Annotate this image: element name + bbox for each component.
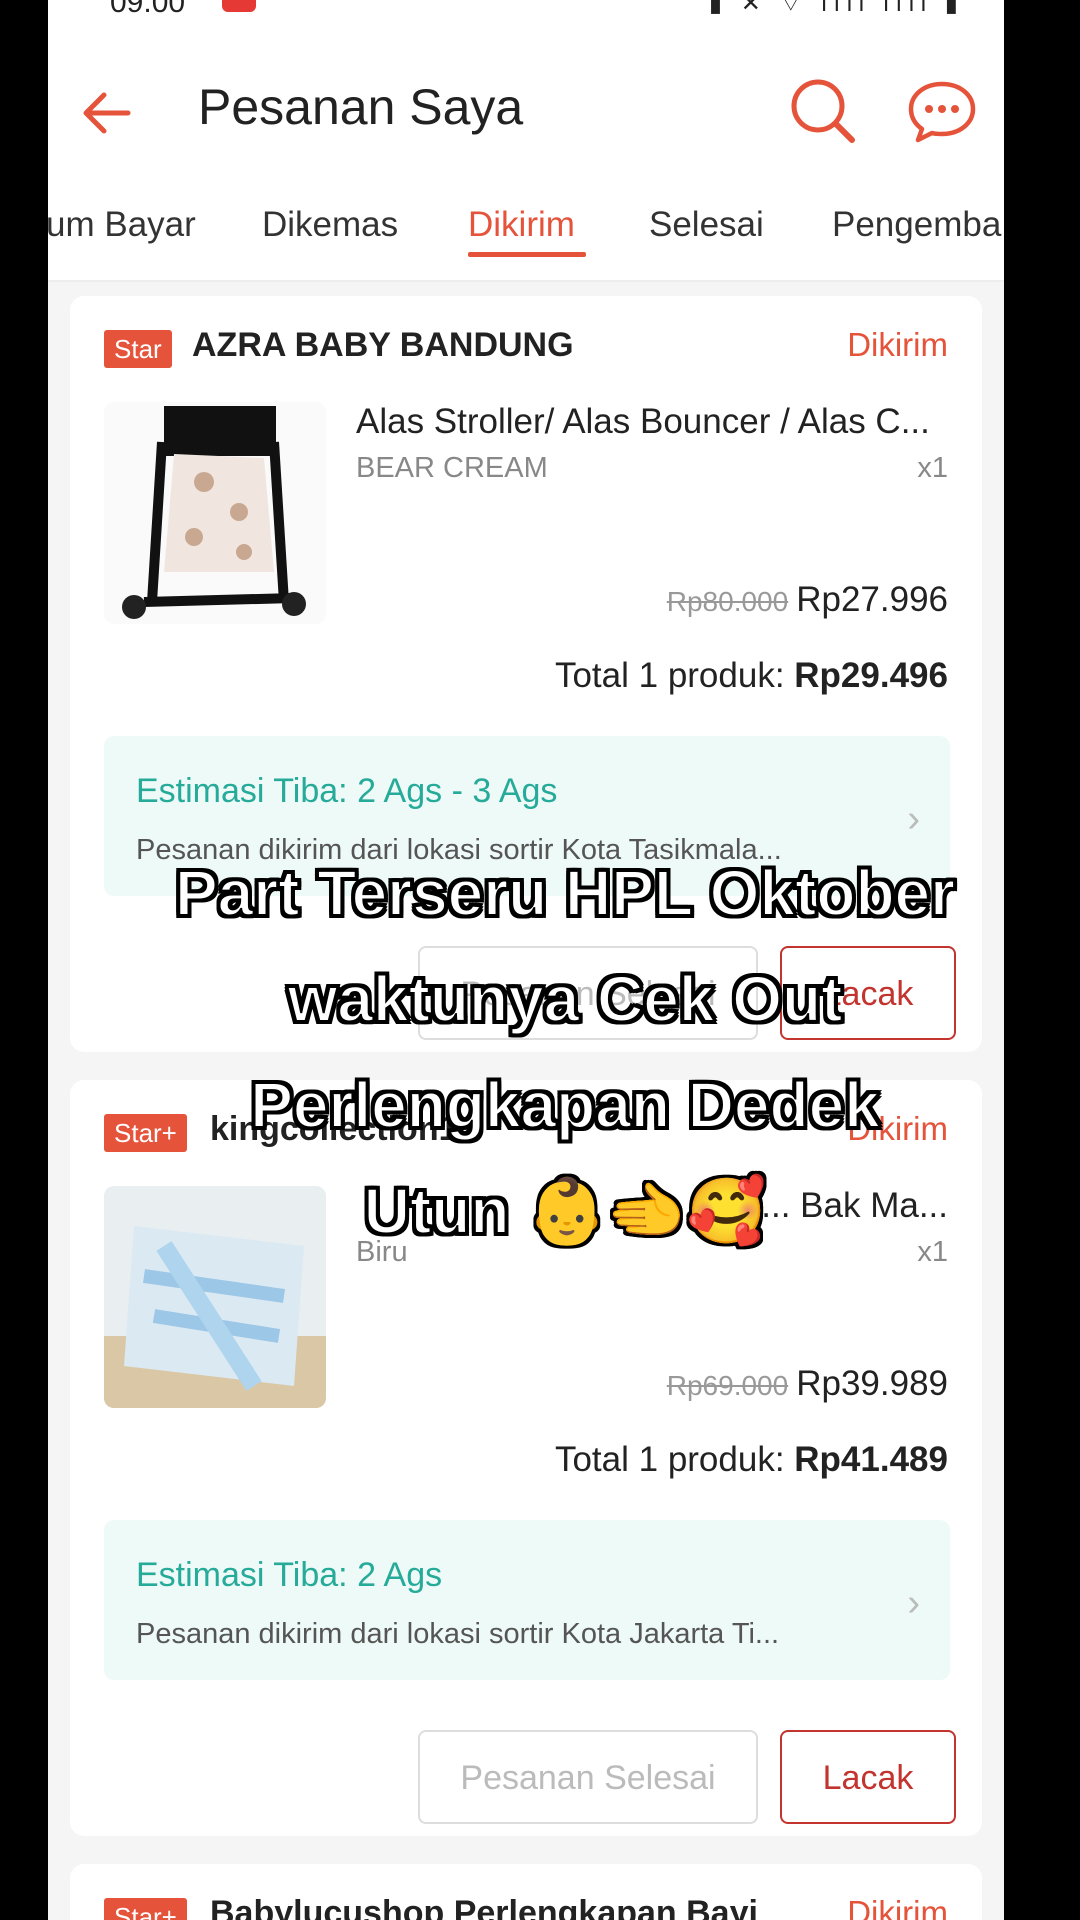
chevron-right-icon: › bbox=[907, 798, 920, 840]
shop-name[interactable]: Babylucushop Perlengkapan Bayi bbox=[210, 1894, 758, 1920]
tab-dikirim[interactable]: Dikirim bbox=[468, 205, 575, 245]
tab-pengembalian[interactable]: Pengemba bbox=[832, 205, 1001, 245]
order-status: Dikirim bbox=[847, 326, 948, 363]
status-time: 09.00 bbox=[110, 0, 186, 19]
status-bar: 09.00 ▮ ✕ ⌔ ıııl ıııl ▮ bbox=[48, 0, 1004, 20]
star-plus-badge: Star+ bbox=[104, 1898, 187, 1920]
order-received-button[interactable]: Pesanan Selesai bbox=[418, 1730, 758, 1824]
tab-belum-bayar[interactable]: um Bayar bbox=[48, 205, 196, 245]
total-label: Total 1 produk: bbox=[554, 656, 795, 695]
tab-selesai[interactable]: Selesai bbox=[649, 205, 764, 245]
total-amount: Rp41.489 bbox=[794, 1440, 948, 1479]
search-icon[interactable] bbox=[788, 76, 858, 146]
caption-line: Part Terseru HPL Oktober bbox=[174, 856, 956, 930]
app-header: Pesanan Saya um Bayar Dikemas Dikirim Se… bbox=[48, 20, 1004, 282]
status-icons: ▮ ✕ ⌔ ıııl ıııl ▮ bbox=[708, 0, 964, 17]
price-row: Rp80.000 Rp27.996 bbox=[667, 580, 948, 620]
product-name[interactable]: Alas Stroller/ Alas Bouncer / Alas C... bbox=[356, 402, 930, 442]
caption-line: Utun 👶🫲🥰 bbox=[363, 1174, 768, 1248]
chevron-right-icon: › bbox=[907, 1582, 920, 1624]
shop-name[interactable]: AZRA BABY BANDUNG bbox=[192, 326, 574, 365]
order-card[interactable]: Star+ Babylucushop Perlengkapan Bayi Dik… bbox=[70, 1864, 982, 1920]
sale-price: Rp27.996 bbox=[796, 580, 948, 619]
chat-icon[interactable] bbox=[906, 78, 978, 144]
recording-indicator bbox=[222, 0, 256, 12]
active-tab-indicator bbox=[468, 252, 586, 257]
delivery-estimate[interactable]: Estimasi Tiba: 2 Ags Pesanan dikirim dar… bbox=[104, 1520, 950, 1680]
arrow-left-icon[interactable] bbox=[78, 82, 140, 144]
product-image[interactable] bbox=[104, 402, 326, 624]
estimate-title: Estimasi Tiba: 2 Ags bbox=[136, 1556, 443, 1594]
estimate-detail: Pesanan dikirim dari lokasi sortir Kota … bbox=[136, 1618, 780, 1650]
caption-line: waktunya Cek Out bbox=[287, 962, 844, 1036]
estimate-title: Estimasi Tiba: 2 Ags - 3 Ags bbox=[136, 772, 558, 810]
caption-line: Perlengkapan Dedek bbox=[249, 1068, 881, 1142]
tab-dikemas[interactable]: Dikemas bbox=[262, 205, 398, 245]
track-button[interactable]: Lacak bbox=[780, 1730, 956, 1824]
star-badge: Star bbox=[104, 330, 172, 368]
sale-price: Rp39.989 bbox=[796, 1364, 948, 1403]
total-amount: Rp29.496 bbox=[794, 656, 948, 695]
price-row: Rp69.000 Rp39.989 bbox=[667, 1364, 948, 1404]
page-title: Pesanan Saya bbox=[198, 79, 524, 135]
order-total: Total 1 produk: Rp29.496 bbox=[555, 656, 948, 696]
original-price: Rp80.000 bbox=[666, 586, 789, 617]
order-tabs: um Bayar Dikemas Dikirim Selesai Pengemb… bbox=[48, 205, 1004, 280]
order-status: Dikirim bbox=[847, 1894, 948, 1920]
product-variant: BEAR CREAM bbox=[356, 452, 548, 484]
video-caption-overlay: Part Terseru HPL Oktober waktunya Cek Ou… bbox=[100, 840, 1030, 1264]
order-total: Total 1 produk: Rp41.489 bbox=[555, 1440, 948, 1480]
total-label: Total 1 produk: bbox=[554, 1440, 795, 1479]
original-price: Rp69.000 bbox=[666, 1370, 789, 1401]
product-qty: x1 bbox=[917, 452, 948, 484]
